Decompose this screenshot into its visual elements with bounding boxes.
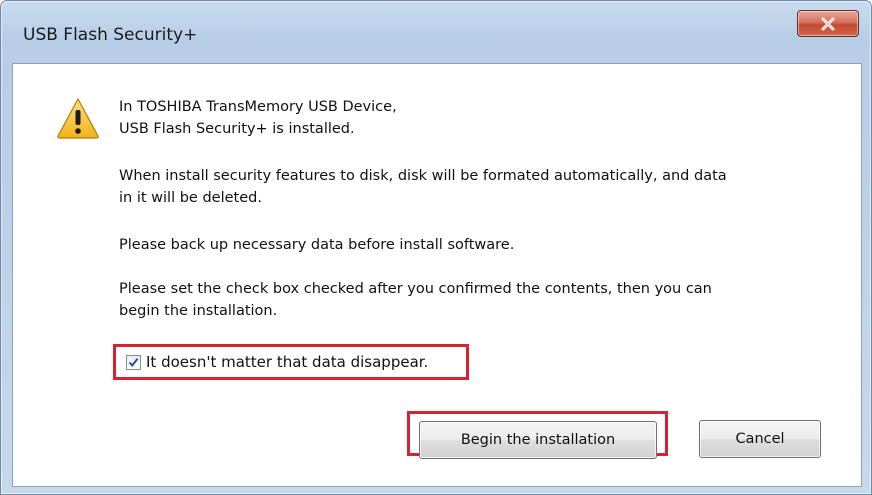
warning-icon [57, 97, 99, 139]
message-backup-reminder: Please back up necessary data before ins… [119, 237, 515, 253]
message-device-installed: In TOSHIBA TransMemory USB Device, USB F… [119, 99, 397, 137]
close-icon [821, 17, 835, 30]
confirm-checkbox-highlight: It doesn't matter that data disappear. [113, 344, 469, 380]
close-button[interactable] [797, 10, 859, 37]
dialog-window: USB Flash Security+ In TOSHIBA TransMemo… [0, 0, 872, 495]
checkmark-icon [128, 357, 139, 367]
begin-installation-button[interactable]: Begin the installation [419, 421, 657, 459]
cancel-button[interactable]: Cancel [699, 420, 821, 458]
message-format-warning: When install security features to disk, … [119, 168, 727, 206]
confirm-checkbox[interactable] [126, 354, 141, 370]
dialog-content: In TOSHIBA TransMemory USB Device, USB F… [12, 63, 862, 487]
window-title: USB Flash Security+ [23, 25, 198, 45]
confirm-checkbox-label[interactable]: It doesn't matter that data disappear. [146, 353, 428, 371]
message-checkbox-instruction: Please set the check box checked after y… [119, 281, 712, 319]
